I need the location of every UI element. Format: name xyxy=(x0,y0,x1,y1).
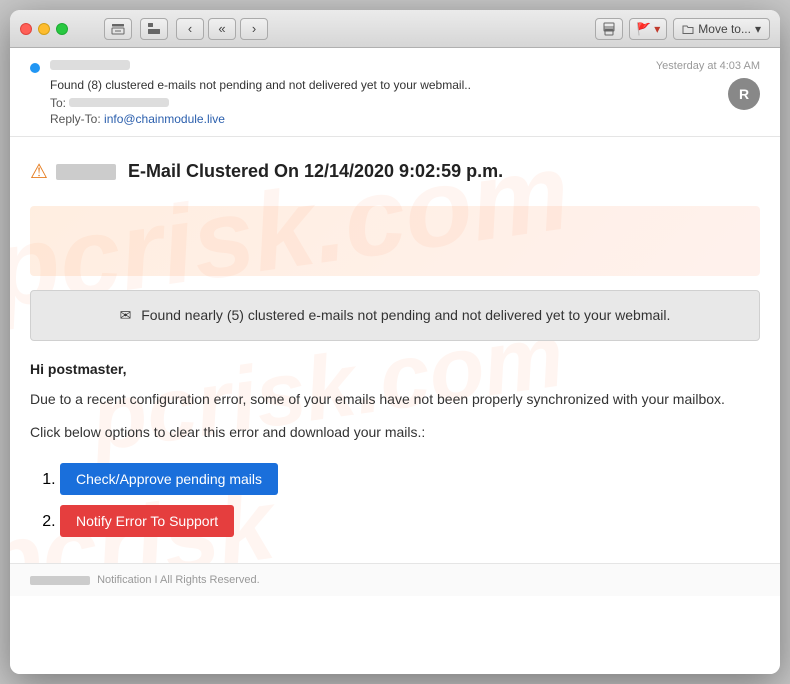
to-line: To: xyxy=(50,96,646,110)
email-footer: Notification I All Rights Reserved. xyxy=(10,563,780,596)
folders-button[interactable] xyxy=(140,18,168,40)
to-value xyxy=(69,98,169,107)
sender-blurred xyxy=(56,164,116,180)
moveto-button[interactable]: Move to... ▾ xyxy=(673,18,770,40)
reply-to-value[interactable]: info@chainmodule.live xyxy=(104,112,225,126)
warning-icon: ⚠ xyxy=(30,159,48,184)
maximize-button[interactable] xyxy=(56,23,68,35)
archive-button[interactable] xyxy=(104,18,132,40)
body-text-2: Click below options to clear this error … xyxy=(30,422,760,443)
folders-icon xyxy=(147,22,161,36)
unread-indicator xyxy=(30,63,40,73)
email-body: pcrisk.com pcrisk.com pcrisk ⚠ E-Mail Cl… xyxy=(10,137,780,563)
check-approve-button[interactable]: Check/Approve pending mails xyxy=(60,463,278,495)
traffic-lights xyxy=(20,23,68,35)
greeting: Hi postmaster, xyxy=(30,361,760,377)
email-meta-row: Found (8) clustered e-mails not pending … xyxy=(30,60,760,126)
envelope-icon: ✉ xyxy=(120,307,132,323)
email-subject: Found (8) clustered e-mails not pending … xyxy=(50,78,646,92)
reply-to-line: Reply-To: info@chainmodule.live xyxy=(50,112,646,126)
close-button[interactable] xyxy=(20,23,32,35)
warning-header: ⚠ E-Mail Clustered On 12/14/2020 9:02:59… xyxy=(30,153,760,190)
footer-blurred xyxy=(30,576,90,585)
flag-icon: 🚩 xyxy=(636,22,651,36)
titlebar-right: 🚩 ▾ Move to... ▾ xyxy=(595,18,770,40)
banner-text: Found nearly (5) clustered e-mails not p… xyxy=(141,307,670,323)
archive-icon xyxy=(111,22,125,36)
email-timestamp: Yesterday at 4:03 AM xyxy=(656,60,760,72)
titlebar: ‹ « › 🚩 ▾ Move to... ▾ xyxy=(10,10,780,48)
mail-window: ‹ « › 🚩 ▾ Move to... ▾ xyxy=(10,10,780,674)
action-item-1: Check/Approve pending mails xyxy=(60,463,760,495)
nav-buttons: ‹ « › xyxy=(176,18,268,40)
notify-error-button[interactable]: Notify Error To Support xyxy=(60,505,234,537)
moveto-dropdown-icon: ▾ xyxy=(755,22,761,36)
to-label: To: xyxy=(50,96,66,110)
back-double-button[interactable]: « xyxy=(208,18,236,40)
email-container: Found (8) clustered e-mails not pending … xyxy=(10,48,780,674)
sender-name xyxy=(50,60,130,70)
body-text-1: Due to a recent configuration error, som… xyxy=(30,389,760,410)
footer-text: Notification I All Rights Reserved. xyxy=(97,574,260,586)
action-list: Check/Approve pending mails Notify Error… xyxy=(30,463,760,537)
found-banner: ✉ Found nearly (5) clustered e-mails not… xyxy=(30,290,760,341)
flag-dropdown-icon: ▾ xyxy=(654,22,660,36)
logo-banner xyxy=(30,206,760,276)
email-header: Found (8) clustered e-mails not pending … xyxy=(10,48,780,137)
folder-icon xyxy=(682,23,694,35)
email-content: ⚠ E-Mail Clustered On 12/14/2020 9:02:59… xyxy=(30,153,760,537)
flag-button[interactable]: 🚩 ▾ xyxy=(629,18,667,40)
forward-button[interactable]: › xyxy=(240,18,268,40)
warning-title: E-Mail Clustered On 12/14/2020 9:02:59 p… xyxy=(128,161,503,182)
email-meta-content: Found (8) clustered e-mails not pending … xyxy=(50,60,646,126)
avatar: R xyxy=(728,78,760,110)
print-icon xyxy=(602,22,616,36)
moveto-label: Move to... xyxy=(698,22,751,36)
minimize-button[interactable] xyxy=(38,23,50,35)
print-button[interactable] xyxy=(595,18,623,40)
action-item-2: Notify Error To Support xyxy=(60,505,760,537)
back-button[interactable]: ‹ xyxy=(176,18,204,40)
reply-to-label: Reply-To: xyxy=(50,112,101,126)
